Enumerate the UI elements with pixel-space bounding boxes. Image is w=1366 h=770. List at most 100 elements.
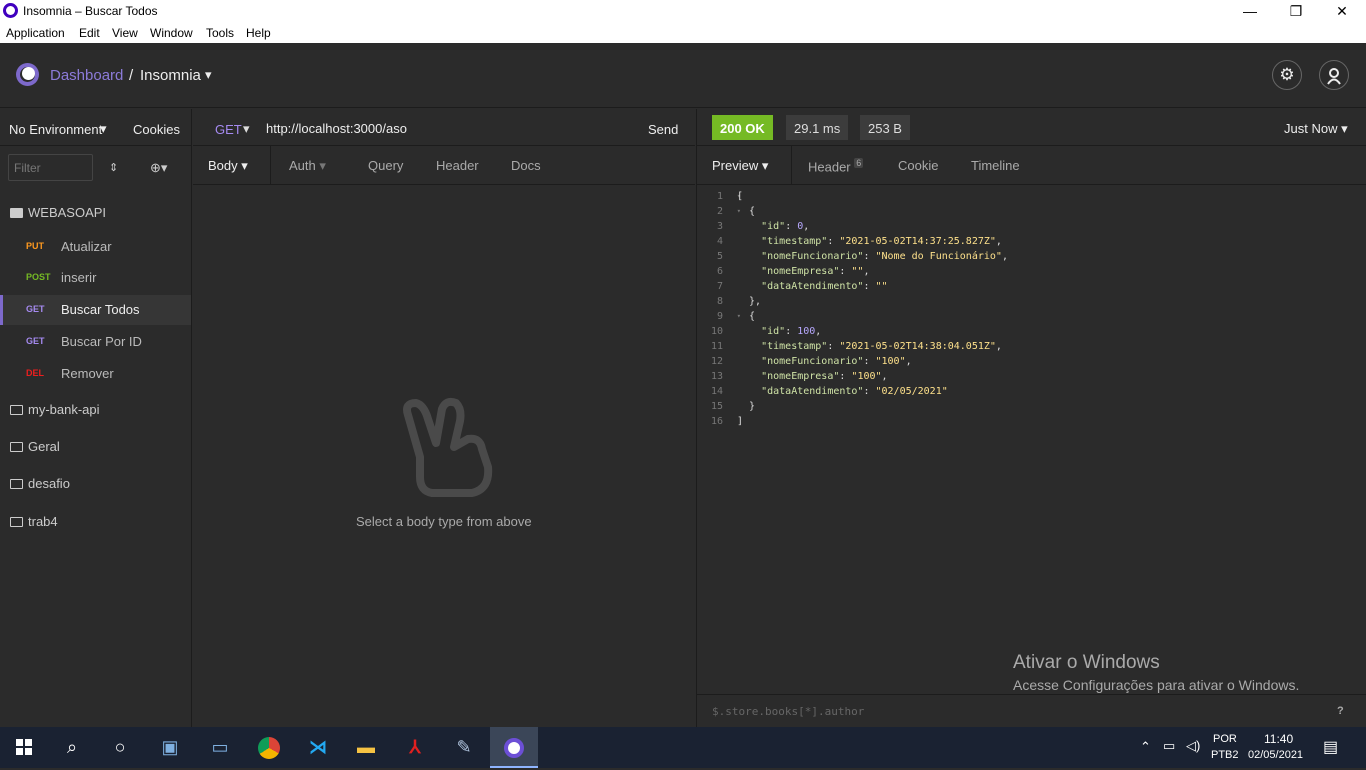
tab-docs[interactable]: Docs	[511, 158, 541, 173]
json-line: "nomeFuncionario": "Nome do Funcionário"…	[761, 251, 1008, 262]
folder-icon	[10, 442, 23, 452]
size-badge: 253 B	[860, 115, 910, 140]
tab-header-label: Header	[808, 159, 851, 175]
request-tabs: Body ▾ Auth ▾ Query Header Docs	[193, 146, 695, 185]
sort-icon[interactable]: ⇕	[109, 161, 118, 174]
json-line: "id": 0,	[761, 221, 810, 232]
folder-label: trab4	[28, 514, 58, 529]
add-plus-icon[interactable]: ⊕▾	[150, 160, 167, 176]
chevron-down-icon[interactable]: ▾	[205, 67, 212, 83]
folder-my-bank-api[interactable]: my-bank-api	[10, 402, 100, 417]
search-icon[interactable]: ⌕	[48, 727, 96, 768]
file-explorer-icon[interactable]: ▬	[342, 727, 390, 768]
request-label: inserir	[61, 270, 97, 285]
cookies-button[interactable]: Cookies	[133, 122, 180, 137]
line-number: 12	[710, 356, 723, 367]
line-number: 1	[716, 191, 723, 202]
clock-time[interactable]: 11:40	[1264, 732, 1293, 746]
windows-start-icon[interactable]	[0, 727, 48, 768]
folder-geral[interactable]: Geral	[10, 439, 60, 454]
keyboard-layout-indicator[interactable]: PTB2	[1211, 749, 1239, 761]
vscode-icon[interactable]: ⋊	[294, 727, 342, 768]
network-app-icon[interactable]: ▣	[146, 727, 194, 768]
method-badge: GET	[26, 304, 45, 314]
insomnia-logo-icon	[3, 3, 18, 18]
insomnia-brand-icon	[16, 63, 39, 86]
line-number: 5	[716, 251, 723, 262]
tab-query[interactable]: Query	[368, 158, 403, 173]
request-item-remover[interactable]: DEL Remover	[0, 359, 191, 389]
windows-taskbar: ⌕ ○ ▣ ▭ ⋊ ▬ ⅄ ✎ ⌃ ▭ ◁) POR PTB2 11:40 02…	[0, 727, 1366, 768]
tray-chevron-up-icon[interactable]: ⌃	[1140, 739, 1151, 755]
history-dropdown[interactable]: Just Now ▾	[1284, 121, 1348, 137]
status-badge: 200 OK	[712, 115, 773, 140]
account-icon[interactable]	[1319, 60, 1349, 90]
folder-label: my-bank-api	[28, 402, 100, 417]
network-tray-icon[interactable]: ▭	[1163, 738, 1175, 754]
tab-response-header[interactable]: Header 6	[808, 158, 864, 175]
json-line: "dataAtendimento": ""	[761, 281, 888, 292]
folder-trab4[interactable]: trab4	[10, 514, 58, 529]
task-view-icon[interactable]: ○	[96, 727, 144, 768]
maximize-button[interactable]: ❐	[1273, 0, 1319, 22]
sidebar: No Environment ▾ Cookies Filter ⇕ ⊕▾ WEB…	[0, 109, 192, 727]
tab-auth-label: Auth	[289, 158, 316, 173]
folder-icon	[10, 479, 23, 489]
menu-bar: Application Edit View Window Tools Help	[0, 22, 1366, 43]
menu-view[interactable]: View	[112, 26, 138, 40]
settings-gear-icon[interactable]: ⚙	[1272, 60, 1302, 90]
menu-application[interactable]: Application	[6, 26, 65, 40]
chrome-icon[interactable]	[245, 727, 293, 768]
workspace-folder[interactable]: WEBASOAPI	[10, 205, 106, 220]
request-item-buscar-todos[interactable]: GET Buscar Todos	[0, 295, 191, 325]
line-number: 3	[716, 221, 723, 232]
request-item-atualizar[interactable]: PUT Atualizar	[0, 232, 191, 262]
tab-preview-label: Preview	[712, 158, 759, 173]
project-dropdown[interactable]: Insomnia	[140, 67, 201, 84]
chevron-down-icon[interactable]: ▾	[100, 121, 107, 137]
tab-body[interactable]: Body ▾	[208, 158, 248, 174]
send-button[interactable]: Send	[648, 122, 678, 137]
environment-dropdown[interactable]: No Environment	[9, 122, 102, 137]
response-filter-input[interactable]: $.store.books[*].author	[712, 705, 864, 718]
acrobat-icon[interactable]: ⅄	[391, 727, 439, 768]
response-status-bar: 200 OK 29.1 ms 253 B Just Now ▾	[697, 109, 1366, 146]
tab-header[interactable]: Header	[436, 158, 479, 173]
clock-date[interactable]: 02/05/2021	[1248, 749, 1303, 761]
line-number: 8	[716, 296, 723, 307]
tab-auth[interactable]: Auth ▾	[289, 158, 326, 174]
method-badge: PUT	[26, 241, 44, 251]
minimize-button[interactable]: —	[1227, 0, 1273, 22]
breadcrumb-dashboard[interactable]: Dashboard	[50, 67, 123, 84]
menu-window[interactable]: Window	[150, 26, 193, 40]
request-item-inserir[interactable]: POST inserir	[0, 263, 191, 293]
insomnia-taskbar-icon[interactable]	[490, 727, 538, 768]
tab-preview[interactable]: Preview ▾	[712, 158, 768, 174]
folder-desafio[interactable]: desafio	[10, 476, 70, 491]
help-icon[interactable]: ?	[1337, 705, 1344, 717]
menu-help[interactable]: Help	[246, 26, 271, 40]
language-indicator[interactable]: POR	[1213, 733, 1237, 745]
json-line: ]	[737, 416, 744, 427]
request-item-buscar-por-id[interactable]: GET Buscar Por ID	[0, 327, 191, 357]
tab-cookie[interactable]: Cookie	[898, 158, 938, 173]
folder-label: Geral	[28, 439, 60, 454]
notifications-icon[interactable]: ▤	[1323, 737, 1338, 757]
paint-icon[interactable]: ✎	[440, 727, 488, 768]
method-dropdown[interactable]: GET	[215, 122, 242, 137]
folder-icon	[10, 517, 23, 527]
filter-input[interactable]: Filter	[8, 154, 93, 181]
url-input[interactable]: http://localhost:3000/aso	[266, 121, 407, 136]
line-number: 11	[710, 341, 723, 352]
menu-tools[interactable]: Tools	[206, 26, 234, 40]
header-count-badge: 6	[854, 158, 864, 168]
menu-edit[interactable]: Edit	[79, 26, 100, 40]
json-line: }	[737, 401, 756, 412]
line-number: 7	[716, 281, 723, 292]
remote-desktop-icon[interactable]: ▭	[196, 727, 244, 768]
close-button[interactable]: ✕	[1319, 0, 1365, 22]
tab-timeline[interactable]: Timeline	[971, 158, 1020, 173]
chevron-down-icon[interactable]: ▾	[243, 121, 250, 137]
line-number: 15	[710, 401, 723, 412]
volume-tray-icon[interactable]: ◁)	[1186, 738, 1200, 754]
